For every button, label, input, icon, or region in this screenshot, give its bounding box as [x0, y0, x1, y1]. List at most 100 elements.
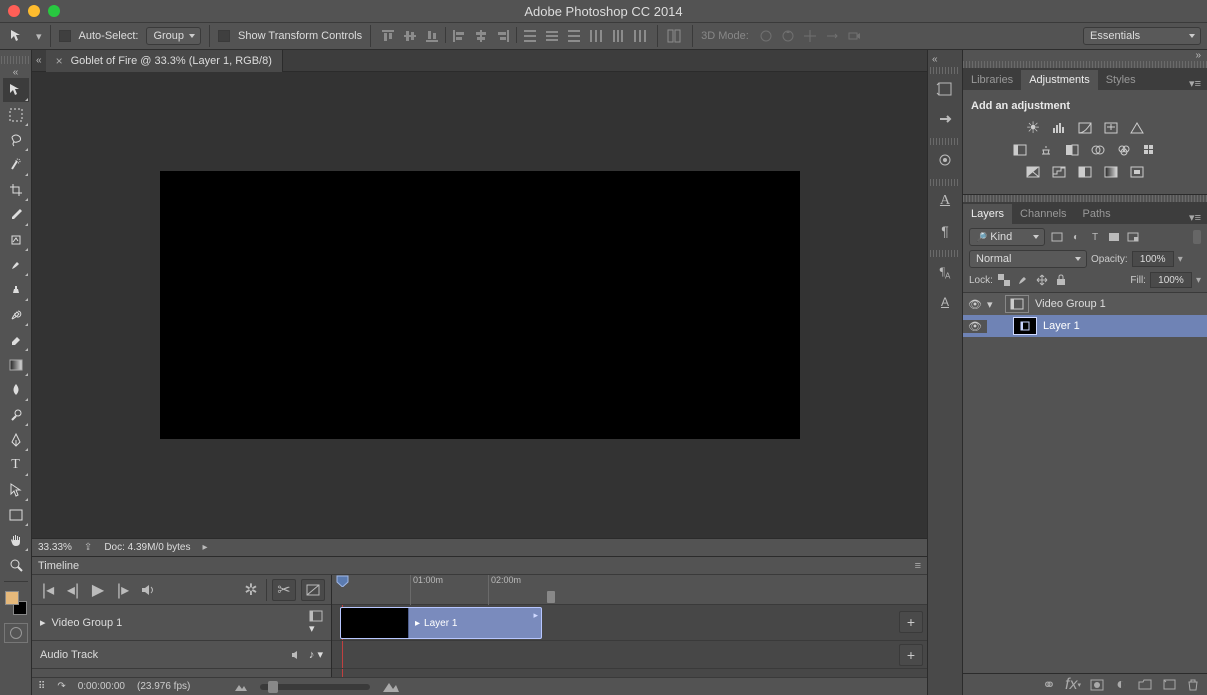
eyedropper-tool[interactable] [3, 203, 29, 227]
color-balance-icon[interactable] [1037, 142, 1055, 158]
audio-mute-icon[interactable] [291, 650, 303, 660]
filter-pixel-icon[interactable] [1049, 230, 1065, 244]
3d-orbit-icon[interactable] [757, 27, 775, 45]
show-transform-checkbox[interactable] [218, 30, 230, 42]
blend-mode-dropdown[interactable]: Normal [969, 250, 1087, 268]
type-tool[interactable]: T [3, 453, 29, 477]
char-styles-panel-icon[interactable]: ¶A [931, 259, 959, 285]
add-audio-clip-button[interactable]: + [899, 644, 923, 666]
history-panel-icon[interactable] [931, 76, 959, 102]
layer-group-name[interactable]: Video Group 1 [1035, 298, 1106, 310]
tools-collapse-icon[interactable]: « [9, 67, 23, 78]
crop-tool[interactable] [3, 178, 29, 202]
fill-flyout-icon[interactable]: ▾ [1196, 275, 1201, 286]
para-styles-panel-icon[interactable]: A [931, 289, 959, 315]
auto-select-checkbox[interactable] [59, 30, 71, 42]
adjustments-panel-menu-icon[interactable]: ▾≡ [1183, 77, 1207, 90]
filter-type-icon[interactable]: T [1087, 230, 1103, 244]
doc-area-collapse-icon[interactable]: « [32, 55, 46, 66]
new-layer-icon[interactable] [1161, 678, 1177, 692]
timeline-menu-icon[interactable]: ≡ [915, 560, 921, 572]
posterize-icon[interactable] [1050, 164, 1068, 180]
layer-filter-kind-dropdown[interactable]: 🔎 Kind [969, 228, 1045, 246]
audio-track-menu-icon[interactable]: ♪ ▾ [309, 648, 323, 661]
filter-adjust-icon[interactable]: ◐ [1068, 230, 1084, 244]
3d-pan-icon[interactable] [801, 27, 819, 45]
group-twist-icon[interactable]: ▾ [987, 298, 999, 311]
adjustment-layer-icon[interactable]: ◐ [1113, 678, 1129, 692]
delete-layer-icon[interactable] [1185, 678, 1201, 692]
align-top-icon[interactable] [379, 27, 397, 45]
photo-filter-icon[interactable] [1089, 142, 1107, 158]
quick-select-tool[interactable] [3, 153, 29, 177]
playhead-icon[interactable] [336, 575, 349, 587]
filter-smart-icon[interactable] [1125, 230, 1141, 244]
play-button[interactable]: ▶ [88, 581, 108, 599]
video-clip[interactable]: ▸Layer 1 ▸ [340, 607, 542, 639]
rectangle-tool[interactable] [3, 503, 29, 527]
curves-icon[interactable] [1076, 120, 1094, 136]
canvas-area[interactable] [32, 72, 927, 538]
video-track-menu-icon[interactable]: ▾ [309, 610, 323, 635]
exposure-icon[interactable] [1102, 120, 1120, 136]
3d-camera-icon[interactable] [845, 27, 863, 45]
layer-style-icon[interactable]: fx▾ [1065, 678, 1081, 692]
dock-collapse-top-icon[interactable]: « [928, 54, 942, 65]
brush-tool[interactable] [3, 253, 29, 277]
marquee-tool[interactable] [3, 103, 29, 127]
layers-panel-menu-icon[interactable]: ▾≡ [1183, 211, 1207, 224]
tools-grip[interactable] [1, 56, 31, 64]
video-group-track-header[interactable]: ▸Video Group 1 ▾ [32, 605, 331, 641]
distribute-vcenter-icon[interactable] [543, 27, 561, 45]
zoom-readout[interactable]: 33.33% [38, 542, 72, 553]
opacity-flyout-icon[interactable]: ▾ [1178, 254, 1183, 265]
threshold-icon[interactable] [1076, 164, 1094, 180]
prev-frame-button[interactable]: ◂| [63, 581, 83, 599]
lasso-tool[interactable] [3, 128, 29, 152]
lock-position-icon[interactable] [1035, 273, 1050, 287]
visibility-toggle-icon[interactable]: 👁 [963, 320, 987, 333]
timeline-zoom-slider[interactable] [260, 684, 370, 690]
clip-menu-icon[interactable]: ▸ [533, 610, 538, 621]
align-right-icon[interactable] [494, 27, 512, 45]
tool-preset-dropdown-icon[interactable]: ▾ [36, 30, 42, 43]
first-frame-button[interactable]: |◂ [38, 581, 58, 599]
align-hcenter-icon[interactable] [472, 27, 490, 45]
distribute-bottom-icon[interactable] [565, 27, 583, 45]
layer-row-selected[interactable]: 👁 Layer 1 [963, 315, 1207, 337]
dock-grip[interactable] [930, 250, 960, 257]
clone-stamp-tool[interactable] [3, 278, 29, 302]
auto-align-icon[interactable] [666, 27, 684, 45]
share-icon[interactable]: ⇪ [84, 542, 92, 553]
align-bottom-icon[interactable] [423, 27, 441, 45]
color-lookup-icon[interactable] [1141, 142, 1159, 158]
filter-toggle-switch[interactable] [1193, 230, 1201, 244]
channel-mixer-icon[interactable] [1115, 142, 1133, 158]
panels-collapse-icon[interactable]: » [963, 50, 1207, 61]
distribute-right-icon[interactable] [631, 27, 649, 45]
brightness-icon[interactable]: ☀ [1024, 120, 1042, 136]
timeline-options-icon[interactable]: ⠿ [38, 681, 45, 692]
character-panel-icon[interactable]: A [931, 188, 959, 214]
distribute-left-icon[interactable] [587, 27, 605, 45]
transition-button[interactable] [301, 579, 325, 601]
lock-transparency-icon[interactable] [997, 273, 1012, 287]
opacity-value[interactable]: 100% [1132, 251, 1174, 267]
lock-pixels-icon[interactable] [1016, 273, 1031, 287]
split-clip-button[interactable]: ✂ [272, 579, 296, 601]
invert-icon[interactable] [1024, 164, 1042, 180]
tab-styles[interactable]: Styles [1098, 70, 1144, 90]
mute-button[interactable] [138, 581, 158, 599]
timeline-ruler[interactable]: 01:00m 02:00m [332, 575, 927, 605]
distribute-top-icon[interactable] [521, 27, 539, 45]
add-video-clip-button[interactable]: + [899, 611, 923, 633]
path-select-tool[interactable] [3, 478, 29, 502]
bw-icon[interactable] [1063, 142, 1081, 158]
layer-name[interactable]: Layer 1 [1043, 320, 1080, 332]
history-brush-tool[interactable] [3, 303, 29, 327]
work-area-end-handle[interactable] [547, 591, 555, 603]
close-document-icon[interactable]: × [56, 54, 63, 68]
align-left-icon[interactable] [450, 27, 468, 45]
filter-shape-icon[interactable] [1106, 230, 1122, 244]
properties-panel-icon[interactable] [931, 147, 959, 173]
